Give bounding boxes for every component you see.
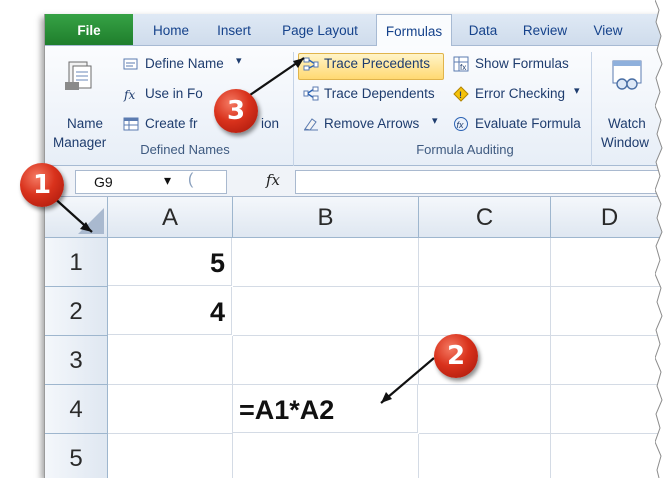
cell-a2[interactable]: 4 — [108, 287, 232, 335]
row-header-4[interactable]: 4 — [45, 385, 108, 434]
group-label-formula-auditing: Formula Auditing — [416, 142, 514, 157]
insert-function-button[interactable]: fx — [266, 171, 280, 189]
group-separator — [293, 52, 294, 172]
row-header-2[interactable]: 2 — [45, 287, 108, 336]
name-manager-label-2: Manager — [53, 135, 107, 150]
create-from-selection-label: Create fr — [145, 116, 198, 131]
spreadsheet-grid: A B C D 1 2 3 4 5 5 4 =A1*A2 — [45, 197, 667, 478]
column-header-c[interactable]: C — [419, 197, 551, 238]
formula-bar: G9 ▾ ( fx — [45, 166, 667, 197]
cell-b5[interactable] — [233, 434, 419, 478]
cell-b1[interactable] — [233, 238, 419, 287]
trace-precedents-icon — [303, 57, 319, 71]
divider-handle-icon[interactable]: ( — [188, 171, 193, 189]
eraser-icon — [304, 118, 318, 131]
chevron-down-icon: ▾ — [432, 115, 438, 127]
cell-b3[interactable] — [233, 336, 419, 385]
name-manager-icon — [65, 61, 92, 90]
cell-b4[interactable]: =A1*A2 — [233, 385, 418, 433]
cell-d1[interactable] — [551, 238, 667, 287]
svg-text:fx: fx — [457, 120, 465, 130]
cell-d2[interactable] — [551, 287, 667, 336]
name-box[interactable]: G9 ▾ ( — [75, 170, 227, 194]
evaluate-formula-icon: fx — [454, 117, 468, 131]
group-separator — [591, 52, 592, 172]
chevron-down-icon: ▾ — [236, 55, 242, 67]
cell-a4[interactable] — [108, 385, 233, 434]
column-header-d[interactable]: D — [551, 197, 667, 238]
trace-dependents-label: Trace Dependents — [324, 86, 435, 101]
ribbon-tab-bar: File Home Insert Page Layout Formulas Da… — [45, 14, 667, 46]
error-checking-icon: ! — [453, 86, 469, 102]
column-header-b[interactable]: B — [233, 197, 419, 238]
tab-home[interactable]: Home — [141, 14, 201, 45]
cell-c1[interactable] — [419, 238, 551, 287]
tab-formulas[interactable]: Formulas — [376, 14, 452, 46]
select-all-triangle-icon — [78, 208, 104, 234]
tab-file[interactable]: File — [45, 14, 133, 45]
cell-a3[interactable] — [108, 336, 233, 385]
name-manager-label-1: Name — [67, 116, 104, 131]
callout-badge-1: 1 — [20, 163, 64, 207]
watch-window-label-1: Watch — [608, 116, 646, 131]
svg-text:!: ! — [459, 90, 462, 100]
use-in-formula-label: Use in Fo — [145, 86, 203, 101]
cell-a1[interactable]: 5 — [108, 238, 232, 286]
function-icon: fx — [123, 88, 135, 102]
svg-text:fx: fx — [460, 63, 466, 72]
tab-review[interactable]: Review — [515, 14, 575, 45]
formula-input[interactable] — [295, 170, 667, 194]
define-name-icon — [123, 58, 138, 70]
cell-a5[interactable] — [108, 434, 233, 478]
column-header-a[interactable]: A — [108, 197, 233, 238]
tab-insert[interactable]: Insert — [205, 14, 263, 45]
trace-dependents-icon — [303, 86, 319, 101]
cell-c5[interactable] — [419, 434, 551, 478]
callout-badge-2: 2 — [434, 334, 478, 378]
cell-d4[interactable] — [551, 385, 667, 434]
tab-page-layout[interactable]: Page Layout — [273, 14, 367, 45]
callout-badge-3: 3 — [214, 89, 258, 133]
row-header-5[interactable]: 5 — [45, 434, 108, 478]
watch-window-label-2: Window — [601, 135, 650, 150]
cell-d3[interactable] — [551, 336, 667, 385]
cell-c4[interactable] — [419, 385, 551, 434]
trace-precedents-label: Trace Precedents — [324, 56, 431, 71]
torn-edge — [655, 0, 667, 478]
cell-d5[interactable] — [551, 434, 667, 478]
chevron-down-icon: ▾ — [574, 85, 580, 97]
ribbon: Name Manager Define Name ▾ fx Use in Fo — [45, 46, 667, 172]
show-formulas-icon: fx — [453, 56, 469, 72]
name-box-value: G9 — [94, 174, 113, 190]
tab-view[interactable]: View — [583, 14, 633, 45]
row-header-3[interactable]: 3 — [45, 336, 108, 385]
error-checking-label: Error Checking — [475, 86, 566, 101]
evaluate-formula-label: Evaluate Formula — [475, 116, 581, 131]
define-name-label: Define Name — [145, 56, 224, 71]
group-label-defined-names: Defined Names — [140, 142, 230, 157]
svg-text:fx: fx — [123, 88, 135, 102]
tab-data[interactable]: Data — [458, 14, 508, 45]
cell-b2[interactable] — [233, 287, 419, 336]
excel-window: File Home Insert Page Layout Formulas Da… — [44, 14, 667, 478]
cell-c2[interactable] — [419, 287, 551, 336]
create-from-selection-label-tail: ion — [261, 116, 280, 131]
table-icon — [123, 117, 139, 131]
row-header-1[interactable]: 1 — [45, 238, 108, 287]
remove-arrows-label: Remove Arrows — [324, 116, 420, 131]
chevron-down-icon[interactable]: ▾ — [164, 172, 171, 189]
watch-window-icon — [612, 60, 642, 90]
show-formulas-label: Show Formulas — [475, 56, 569, 71]
